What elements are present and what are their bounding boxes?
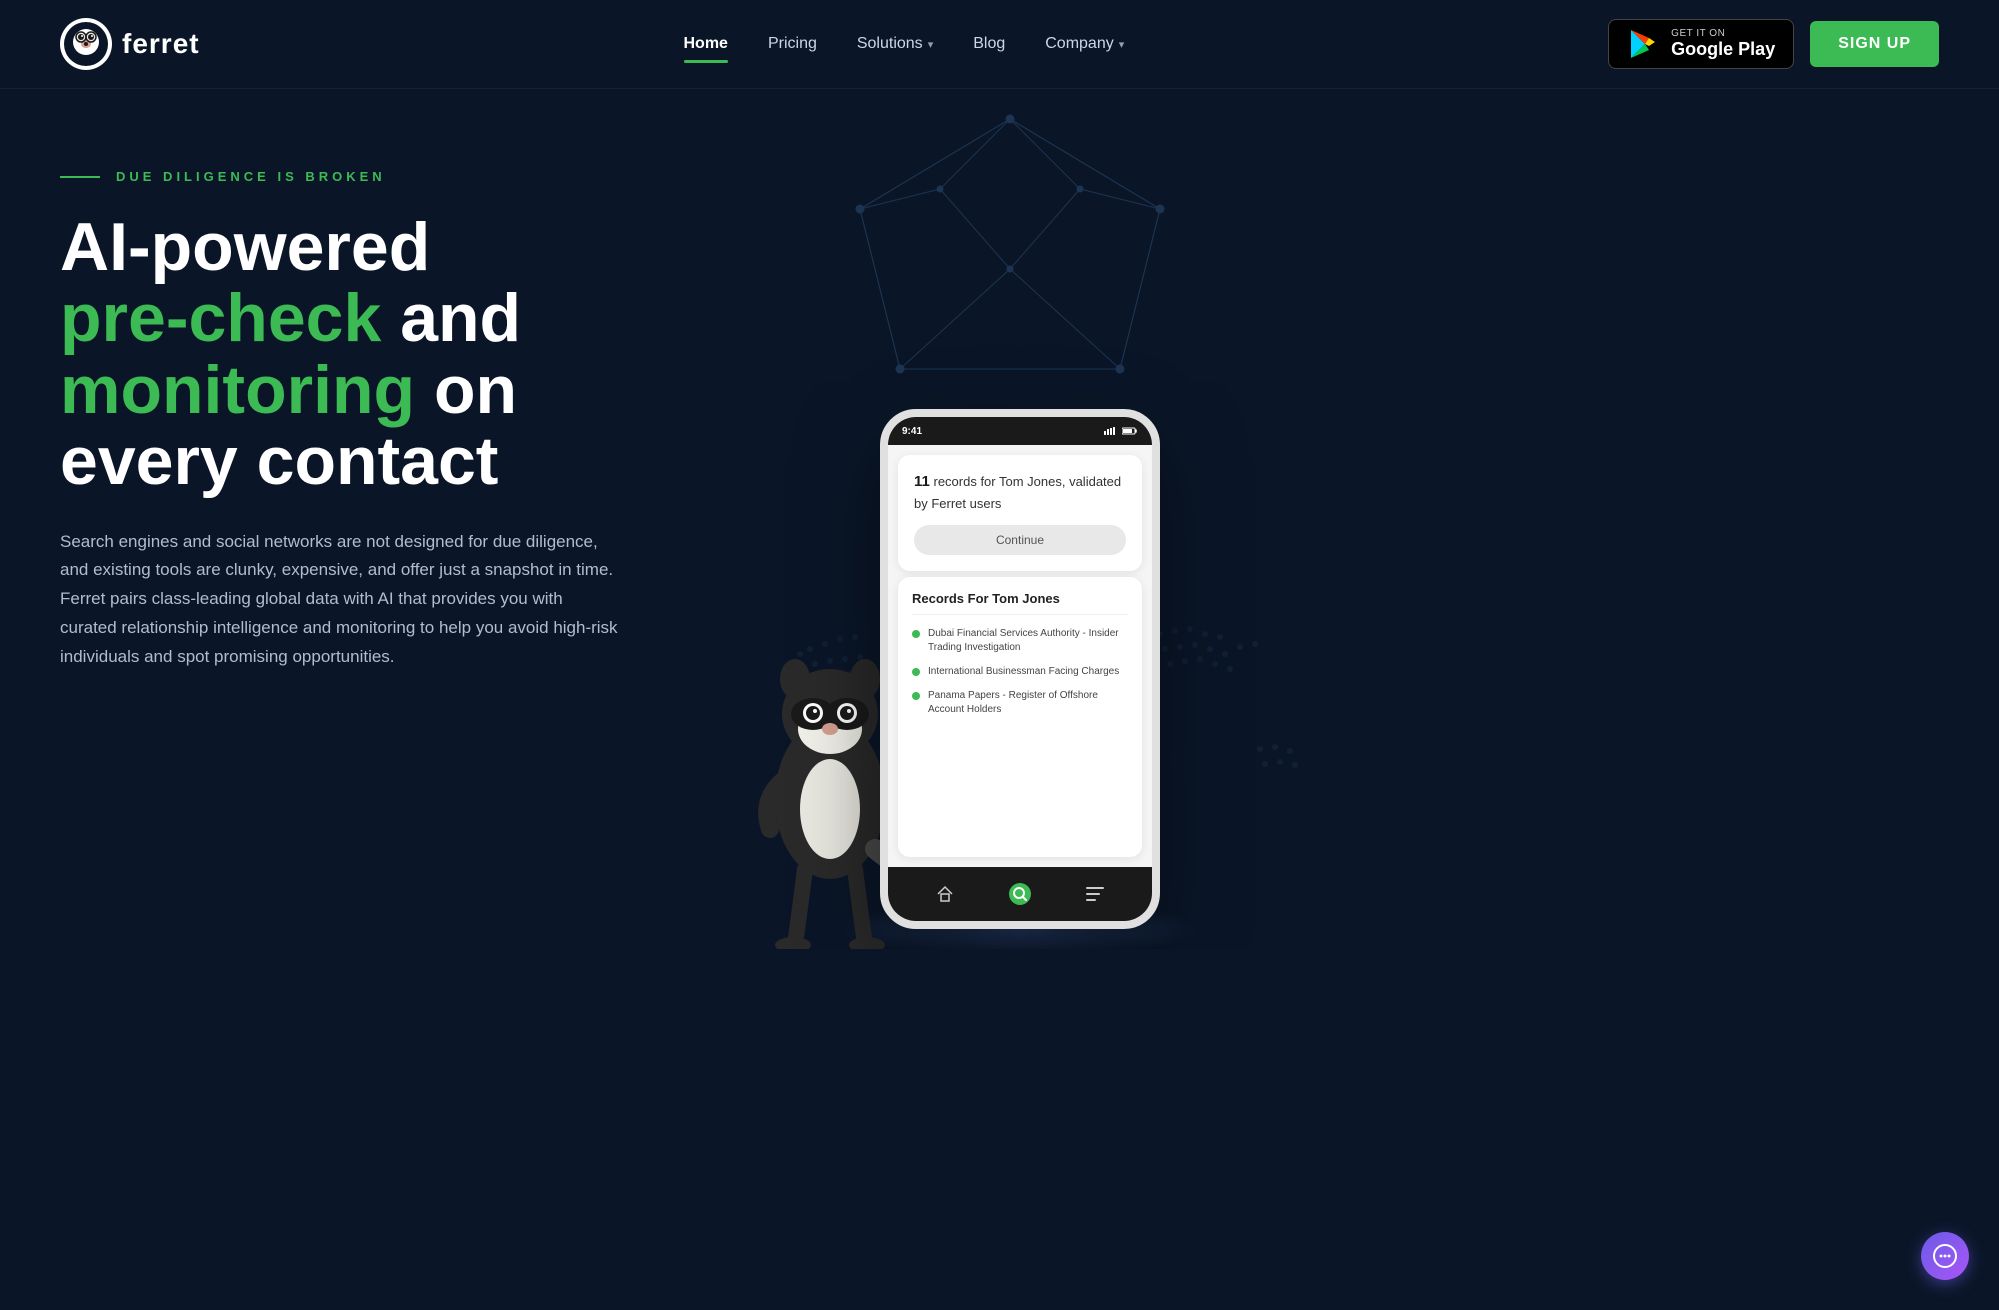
phone-body: 11 records for Tom Jones, validated by F… [888, 445, 1152, 867]
hero-tag-line [60, 176, 100, 178]
nav-company[interactable]: Company ▾ [1045, 31, 1124, 57]
nav-blog[interactable]: Blog [973, 31, 1005, 57]
chat-icon [1932, 1243, 1958, 1269]
phone-card-text: 11 records for Tom Jones, validated by F… [914, 471, 1126, 513]
phone-record-dot-3 [912, 692, 920, 700]
nav-solutions[interactable]: Solutions ▾ [857, 31, 933, 57]
phone-status-bar: 9:41 [888, 417, 1152, 445]
phone-more-icon[interactable] [1084, 883, 1106, 905]
navbar: ferret Home Pricing Solutions ▾ Blog Com… [0, 0, 1999, 89]
solutions-chevron-icon: ▾ [928, 38, 934, 51]
signal-icon [1104, 427, 1118, 435]
nav-home[interactable]: Home [684, 31, 728, 57]
phone-status-icons [1104, 427, 1138, 435]
logo-icon [60, 18, 112, 70]
phone-record-dot-1 [912, 630, 920, 638]
phone-record-text-1: Dubai Financial Services Authority - Ins… [928, 627, 1128, 655]
phone-record-text-3: Panama Papers - Register of Offshore Acc… [928, 689, 1128, 717]
nav-right: GET IT ON Google Play SIGN UP [1608, 19, 1939, 69]
hero-description: Search engines and social networks are n… [60, 528, 620, 672]
phone-time: 9:41 [902, 426, 922, 437]
phone-continue-button[interactable]: Continue [914, 525, 1126, 555]
chat-widget-button[interactable] [1921, 1232, 1969, 1280]
hero-content: DUE DILIGENCE IS BROKEN AI-powered pre-c… [60, 149, 660, 672]
nav-links: Home Pricing Solutions ▾ Blog Company ▾ [684, 31, 1125, 57]
hero-visual: 9:41 [660, 149, 1939, 949]
phone-records-count: 11 [914, 473, 930, 490]
phone-record-dot-2 [912, 668, 920, 676]
phone-card-title: Records For Tom Jones [912, 591, 1128, 615]
battery-icon [1122, 427, 1138, 435]
nav-pricing[interactable]: Pricing [768, 31, 817, 57]
brand-name: ferret [122, 28, 200, 60]
phone-card-bottom: Records For Tom Jones Dubai Financial Se… [898, 577, 1142, 857]
google-play-icon [1627, 28, 1659, 60]
hero-section: DUE DILIGENCE IS BROKEN AI-powered pre-c… [0, 89, 1999, 949]
phone-records-label: records for Tom Jones, validated by Ferr… [914, 474, 1121, 511]
phone-home-icon[interactable] [934, 883, 956, 905]
google-play-button[interactable]: GET IT ON Google Play [1608, 19, 1794, 69]
phone-mockup: 9:41 [880, 409, 1160, 929]
company-chevron-icon: ▾ [1119, 38, 1125, 51]
hero-title: AI-powered pre-check and monitoring onev… [60, 212, 660, 498]
phone-bottom-bar [888, 867, 1152, 921]
phone-record-item-3: Panama Papers - Register of Offshore Acc… [912, 689, 1128, 717]
phone-card-top: 11 records for Tom Jones, validated by F… [898, 455, 1142, 571]
phone-search-icon[interactable] [1009, 883, 1031, 905]
phone-record-item-2: International Businessman Facing Charges [912, 665, 1128, 679]
hero-tag: DUE DILIGENCE IS BROKEN [60, 169, 660, 184]
logo-area[interactable]: ferret [60, 18, 200, 70]
hero-tag-text: DUE DILIGENCE IS BROKEN [116, 169, 386, 184]
phone-record-item-1: Dubai Financial Services Authority - Ins… [912, 627, 1128, 655]
signup-button[interactable]: SIGN UP [1810, 21, 1939, 67]
phone-record-text-2: International Businessman Facing Charges [928, 665, 1119, 679]
google-play-text: GET IT ON Google Play [1671, 28, 1775, 60]
